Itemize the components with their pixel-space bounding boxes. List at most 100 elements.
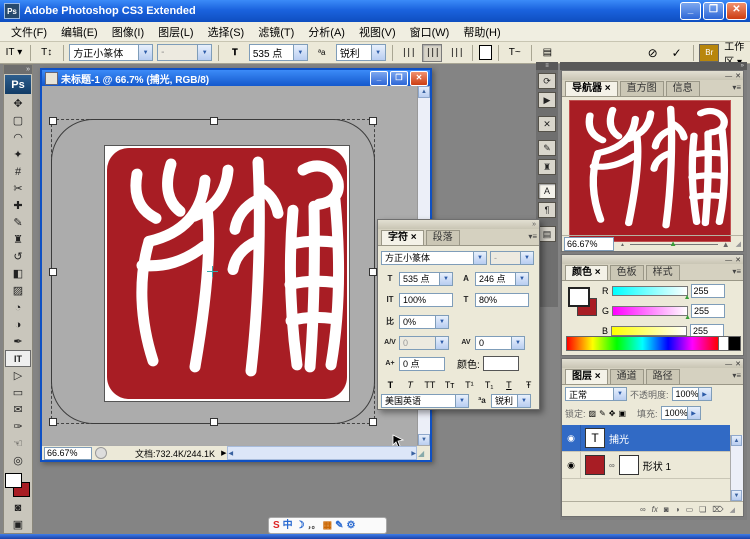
char-font-style-select[interactable]: -▼ xyxy=(490,251,534,265)
panel-collapse-icon[interactable]: » xyxy=(378,220,539,229)
paragraph-panel-icon[interactable]: ¶ xyxy=(538,202,556,218)
move-tool[interactable]: ✥ xyxy=(5,95,31,112)
all-caps-button[interactable]: TT xyxy=(422,377,439,393)
delete-layer-icon[interactable]: ⌦ xyxy=(712,505,723,514)
char-font-family-select[interactable]: 方正小篆体▼ xyxy=(381,251,487,265)
blur-tool[interactable]: ◔ xyxy=(5,299,31,316)
warp-text-icon[interactable]: T~ xyxy=(505,44,525,62)
clone-stamp-tool[interactable]: ♜ xyxy=(5,231,31,248)
navigator-zoom-slider[interactable]: ▲ ▲ ▲ xyxy=(618,238,732,250)
char-leading-field[interactable]: 246 点▼ xyxy=(475,272,529,286)
align-top-button[interactable]: ||| xyxy=(398,44,418,62)
layer-row-shape[interactable]: ◉ ∞ 形状 1 xyxy=(562,452,730,479)
maximize-button[interactable]: ❐ xyxy=(703,2,724,20)
tab-channels[interactable]: 通道 xyxy=(610,369,644,384)
small-caps-button[interactable]: Tт xyxy=(441,377,458,393)
handwriting-icon[interactable]: ✎ xyxy=(335,518,343,533)
tab-navigator[interactable]: 导航器 × xyxy=(565,81,618,96)
subscript-button[interactable]: T₁ xyxy=(481,377,498,393)
new-layer-icon[interactable]: ❏ xyxy=(699,505,706,514)
green-value-field[interactable]: 255 xyxy=(691,304,725,318)
lock-pixels-icon[interactable]: ✎ xyxy=(599,409,606,418)
strikethrough-button[interactable]: Ŧ xyxy=(520,377,537,393)
layer-name[interactable]: 捕光 xyxy=(609,431,629,446)
cancel-edit-button[interactable]: ⊘ xyxy=(643,44,663,62)
new-group-icon[interactable]: ▭ xyxy=(686,505,694,514)
hand-tool[interactable]: ☜ xyxy=(5,435,31,452)
transform-handle[interactable] xyxy=(49,268,57,276)
slider-thumb[interactable]: ▲ xyxy=(684,314,691,321)
toolbox-collapse-icon[interactable]: » xyxy=(4,65,32,74)
toggle-palettes-icon[interactable]: ▤ xyxy=(537,44,557,62)
lock-position-icon[interactable]: ✥ xyxy=(609,409,616,418)
go-to-bridge-icon[interactable]: Br xyxy=(699,44,719,62)
transform-handle[interactable] xyxy=(210,418,218,426)
link-layers-icon[interactable]: ∞ xyxy=(640,505,646,514)
tool-presets-panel-icon[interactable]: ✕ xyxy=(538,116,556,132)
underline-button[interactable]: T xyxy=(501,377,518,393)
transform-handle[interactable] xyxy=(210,117,218,125)
align-bottom-button[interactable]: ||| xyxy=(446,44,466,62)
path-selection-tool[interactable]: ▷ xyxy=(5,367,31,384)
scroll-left-icon[interactable]: ◀ xyxy=(228,450,233,457)
sogou-logo-icon[interactable]: S xyxy=(273,518,280,533)
char-tracking-select[interactable]: 0▼ xyxy=(475,336,525,350)
panel-group-header[interactable]: —✕ xyxy=(562,255,743,264)
transform-handle[interactable] xyxy=(369,117,377,125)
doc-minimize-button[interactable]: _ xyxy=(370,71,388,86)
font-family-select[interactable]: 方正小篆体▼ xyxy=(69,44,153,61)
punctuation-icon[interactable]: ，。 xyxy=(308,518,320,533)
tab-paragraph[interactable]: 段落 xyxy=(426,230,460,245)
scroll-down-icon[interactable]: ▼ xyxy=(731,490,742,501)
menu-file[interactable]: 文件(F) xyxy=(4,22,54,42)
tool-preset-picker[interactable]: IT ▾ xyxy=(4,44,24,62)
adjustment-layer-icon[interactable]: ◑ xyxy=(675,505,680,514)
tab-histogram[interactable]: 直方图 xyxy=(620,81,664,96)
shape-fill-thumbnail[interactable] xyxy=(585,455,605,475)
red-value-field[interactable]: 255 xyxy=(691,284,725,298)
char-baseline-field[interactable]: 0 点 xyxy=(399,357,445,371)
char-kerning-select[interactable]: 0▼ xyxy=(399,336,449,350)
red-channel-slider[interactable]: ▲ xyxy=(612,286,688,296)
vector-mask-thumbnail[interactable] xyxy=(619,455,639,475)
notes-tool[interactable]: ✉ xyxy=(5,401,31,418)
green-channel-slider[interactable]: ▲ xyxy=(612,306,688,316)
foreground-color-swatch[interactable] xyxy=(568,287,590,307)
shape-tool[interactable]: ▭ xyxy=(5,384,31,401)
document-titlebar[interactable]: 未标题-1 @ 66.7% (捕光, RGB/8) _ ❐ ✕ xyxy=(42,70,430,86)
char-color-swatch[interactable] xyxy=(483,356,519,371)
char-prop-spacing-select[interactable]: 0%▼ xyxy=(399,315,449,329)
slider-thumb[interactable]: ▲ xyxy=(684,294,691,301)
quick-mask-button[interactable]: ◙ xyxy=(5,499,31,516)
commit-edit-button[interactable]: ✓ xyxy=(667,44,687,62)
minimize-button[interactable]: _ xyxy=(680,2,701,20)
visibility-eye-icon[interactable]: ◉ xyxy=(562,452,581,478)
scroll-up-icon[interactable]: ▲ xyxy=(731,435,742,446)
tab-styles[interactable]: 样式 xyxy=(646,265,680,280)
tab-info[interactable]: 信息 xyxy=(666,81,700,96)
slice-tool[interactable]: ✂ xyxy=(5,180,31,197)
chinese-mode-icon[interactable]: 中 xyxy=(283,518,293,533)
text-color-swatch[interactable] xyxy=(479,45,492,60)
tab-paths[interactable]: 路径 xyxy=(646,369,680,384)
align-center-button[interactable]: ||| xyxy=(422,44,442,62)
menu-filter[interactable]: 滤镜(T) xyxy=(251,22,301,42)
lasso-tool[interactable]: ◠ xyxy=(5,129,31,146)
char-horizontal-scale-field[interactable]: 80% xyxy=(475,293,529,307)
char-vertical-scale-field[interactable]: 100% xyxy=(399,293,453,307)
magic-wand-tool[interactable]: ✦ xyxy=(5,146,31,163)
canvas-pasteboard[interactable] xyxy=(42,86,418,446)
transform-handle[interactable] xyxy=(369,418,377,426)
marquee-tool[interactable]: ▢ xyxy=(5,112,31,129)
transform-handle[interactable] xyxy=(49,418,57,426)
brush-tool[interactable]: ✎ xyxy=(5,214,31,231)
blend-mode-select[interactable]: 正常▼ xyxy=(565,387,627,401)
status-menu-icon[interactable]: ▶ xyxy=(221,449,226,457)
panel-menu-icon[interactable]: ▾≡ xyxy=(732,83,741,92)
layers-scrollbar[interactable]: ▲ ▼ xyxy=(730,435,743,501)
transform-handle[interactable] xyxy=(49,117,57,125)
pen-tool[interactable]: ✒ xyxy=(5,333,31,350)
eraser-tool[interactable]: ◧ xyxy=(5,265,31,282)
anti-alias-select[interactable]: 锐利▼ xyxy=(336,44,386,61)
character-panel-icon[interactable]: A xyxy=(538,183,556,199)
